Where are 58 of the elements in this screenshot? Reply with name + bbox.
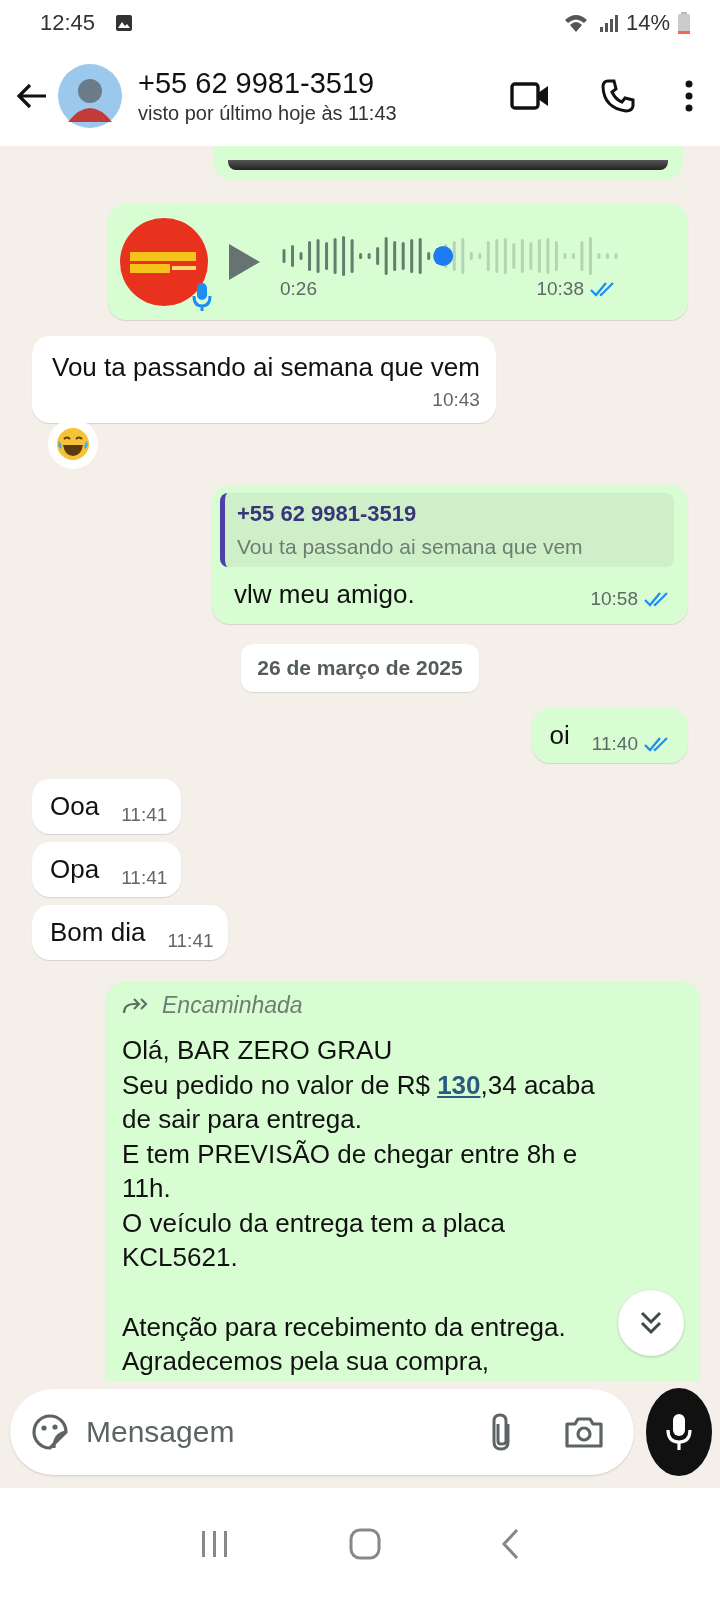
message-time: 11:41: [121, 867, 168, 889]
home-icon[interactable]: [349, 1528, 381, 1560]
message-text: Vou ta passando ai semana que vem: [52, 352, 480, 383]
message-bubble[interactable]: +55 62 9981-3519 Vou ta passando ai semana que vem vlw meu amigo. 10:58: [212, 485, 688, 624]
message-time: 11:41: [121, 804, 168, 826]
message-bubble[interactable]: Ooa 11:41: [32, 779, 182, 834]
reaction-badge[interactable]: [48, 419, 98, 469]
phone-icon[interactable]: [600, 78, 636, 114]
message-text: Opa: [50, 854, 100, 885]
message-time: 11:41: [167, 930, 214, 952]
voice-message-bubble[interactable]: 0:26 10:38: [108, 204, 688, 320]
quote-text: Vou ta passando ai semana que vem: [237, 535, 584, 559]
sticker-icon[interactable]: [30, 1412, 70, 1452]
forward-icon: [122, 996, 148, 1015]
playhead[interactable]: [433, 246, 454, 266]
clock: 12:45: [40, 10, 96, 36]
message-bubble[interactable]: Vou ta passando ai semana que vem 10:43: [32, 336, 496, 423]
microphone-icon: [666, 1413, 692, 1451]
message-time: 10:38: [536, 278, 584, 300]
message-time: 11:40: [591, 733, 638, 755]
message-text: Olá, BAR ZERO GRAU Seu pedido no valor de R$ 130,34 acaba de sair para entrega. E tem PREVISÃO de chegar entre 8h e 11h. O veículo da entrega tem a placa KCL5621. Atenção para recebimento da entrega. Agradecemos pela sua compra,: [122, 1034, 596, 1379]
message-text: oi: [549, 720, 570, 751]
last-seen: visto por último hoje às 11:43: [138, 102, 398, 125]
gallery-icon: [115, 14, 134, 32]
forwarded-label: Encaminhada: [162, 992, 303, 1019]
message-bubble[interactable]: Bom dia 11:41: [32, 905, 228, 960]
back-icon[interactable]: [500, 1528, 521, 1560]
laughing-emoji-icon: [56, 427, 90, 461]
message-field[interactable]: Mensagem: [84, 1414, 474, 1450]
wifi-icon: [563, 13, 590, 33]
battery-percent: 14%: [625, 10, 670, 36]
waveform[interactable]: [280, 234, 620, 278]
video-call-icon[interactable]: [510, 81, 550, 111]
message-bubble[interactable]: Opa 11:41: [32, 842, 182, 897]
message-bubble[interactable]: oi 11:40: [531, 708, 688, 763]
battery-icon: [678, 12, 690, 34]
audio-duration: 0:26: [280, 278, 317, 300]
quote-author: +55 62 9981-3519: [237, 501, 418, 527]
message-bubble[interactable]: [213, 146, 683, 180]
message-text: Ooa: [50, 791, 100, 822]
message-time: 10:43: [432, 389, 480, 411]
microphone-icon: [192, 282, 212, 312]
camera-icon[interactable]: [564, 1414, 604, 1450]
message-bubble[interactable]: [106, 982, 700, 1382]
signal-icon: [597, 13, 618, 33]
message-input[interactable]: Mensagem: [10, 1389, 634, 1475]
message-time: 10:58: [590, 588, 638, 610]
message-text: vlw meu amigo.: [234, 579, 415, 610]
double-chevron-down-icon: [639, 1310, 663, 1336]
avatar[interactable]: [58, 64, 122, 128]
back-arrow-icon[interactable]: [16, 82, 48, 110]
contact-name[interactable]: +55 62 9981-3519: [138, 67, 504, 100]
date-chip: 26 de março de 2025: [241, 644, 479, 692]
recent-apps-icon[interactable]: [199, 1530, 230, 1558]
message-text: Bom dia: [50, 917, 146, 948]
play-icon[interactable]: [226, 242, 262, 282]
menu-icon[interactable]: [684, 80, 694, 112]
quoted-message[interactable]: +55 62 9981-3519 Vou ta passando ai semana que vem: [220, 493, 674, 567]
